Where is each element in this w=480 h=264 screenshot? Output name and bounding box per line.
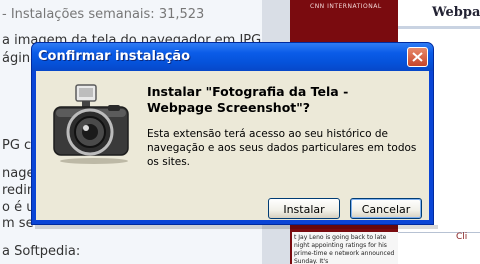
weekly-installs-text: - Instalações semanais: 31,523 [2, 7, 205, 22]
dialog-titlebar[interactable]: Confirmar instalação [32, 43, 433, 71]
cnn-article-text: t Jay Leno is going back to late night a… [292, 232, 398, 264]
camera-icon [53, 84, 129, 164]
background-text-line: PG c [2, 138, 32, 153]
install-prompt-heading: Instalar "Fotografia da Tela - Webpage S… [147, 84, 349, 115]
close-button[interactable] [407, 47, 428, 67]
background-text-line: m se [2, 216, 34, 231]
cancel-button[interactable]: Cancelar [350, 198, 422, 219]
background-text-line: o é u [2, 200, 35, 215]
dialog-content: Instalar "Fotografia da Tela - Webpage S… [36, 71, 429, 220]
dialog-shadow [35, 225, 438, 229]
cnn-label: CNN INTERNATIONAL [310, 3, 382, 10]
close-icon [412, 52, 423, 62]
install-confirm-dialog: Confirmar instalação Instalar "Fotografi [31, 42, 434, 225]
webpage-title-text: Webpag [432, 5, 480, 20]
background-link[interactable]: Cli [456, 232, 467, 242]
permission-description: Esta extensão terá acesso ao seu históri… [147, 128, 417, 168]
background-right-band [398, 26, 480, 29]
background-right-rule [398, 232, 480, 233]
dialog-title: Confirmar instalação [38, 49, 191, 64]
background-text-line: a Softpedia: [2, 244, 81, 259]
install-button[interactable]: Instalar [268, 198, 340, 219]
